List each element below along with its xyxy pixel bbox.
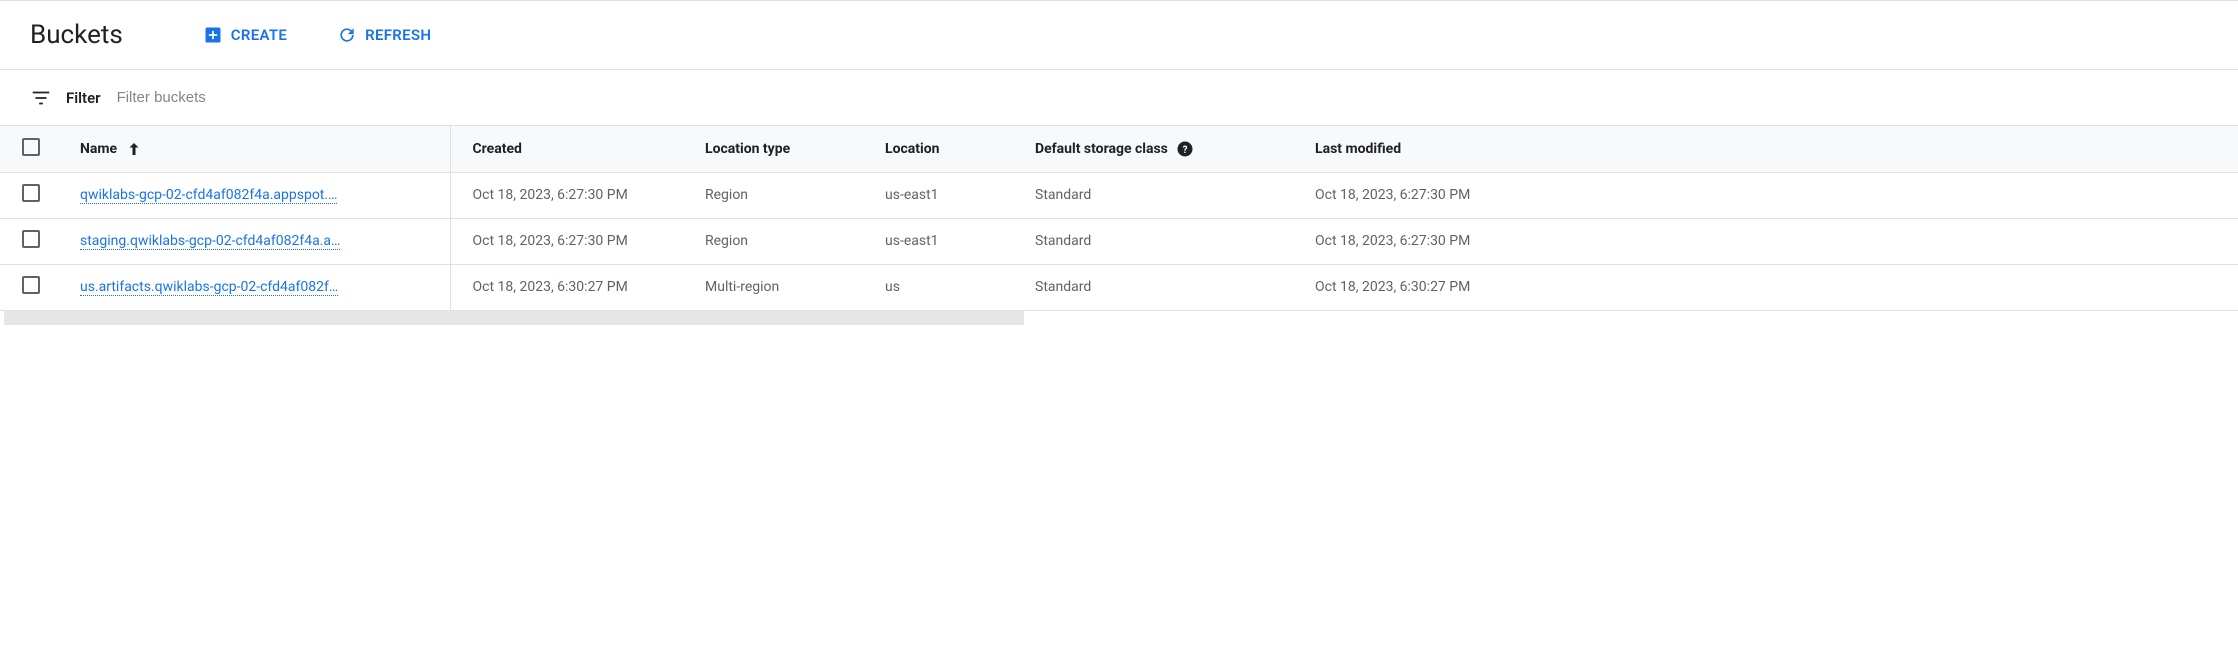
bucket-name-link[interactable]: staging.qwiklabs-gcp-02-cfd4af082f4a.a… bbox=[80, 233, 340, 250]
cell-storage-class: Standard bbox=[1025, 264, 1305, 310]
cell-location-type: Multi-region bbox=[695, 264, 875, 310]
table-row: staging.qwiklabs-gcp-02-cfd4af082f4a.a… O… bbox=[0, 218, 2238, 264]
column-header-last-modified[interactable]: Last modified bbox=[1305, 126, 1565, 172]
buckets-table: Name Created Location type Location Defa… bbox=[0, 126, 2238, 311]
svg-text:?: ? bbox=[1182, 145, 1187, 156]
row-checkbox[interactable] bbox=[22, 230, 40, 248]
refresh-icon bbox=[337, 25, 357, 45]
table-row: us.artifacts.qwiklabs-gcp-02-cfd4af082f…… bbox=[0, 264, 2238, 310]
filter-bar: Filter bbox=[0, 70, 2238, 126]
filter-label: Filter bbox=[66, 89, 101, 107]
create-button[interactable]: CREATE bbox=[203, 25, 287, 45]
refresh-button[interactable]: REFRESH bbox=[337, 25, 431, 45]
row-checkbox[interactable] bbox=[22, 184, 40, 202]
plus-box-icon bbox=[203, 25, 223, 45]
cell-storage-class: Standard bbox=[1025, 218, 1305, 264]
cell-location-type: Region bbox=[695, 172, 875, 218]
column-header-location[interactable]: Location bbox=[875, 126, 1025, 172]
row-checkbox[interactable] bbox=[22, 276, 40, 294]
cell-location: us bbox=[875, 264, 1025, 310]
column-header-name[interactable]: Name bbox=[80, 126, 450, 172]
column-header-name-label: Name bbox=[80, 141, 117, 157]
table-row: qwiklabs-gcp-02-cfd4af082f4a.appspot.… Oc… bbox=[0, 172, 2238, 218]
cell-created: Oct 18, 2023, 6:30:27 PM bbox=[450, 264, 695, 310]
select-all-checkbox[interactable] bbox=[22, 138, 40, 156]
cell-location: us-east1 bbox=[875, 218, 1025, 264]
filter-input[interactable] bbox=[115, 88, 2208, 107]
column-header-storage-class[interactable]: Default storage class ? bbox=[1025, 126, 1305, 172]
cell-created: Oct 18, 2023, 6:27:30 PM bbox=[450, 172, 695, 218]
column-header-location-type[interactable]: Location type bbox=[695, 126, 875, 172]
cell-location-type: Region bbox=[695, 218, 875, 264]
sort-asc-icon bbox=[125, 140, 143, 158]
table-header-row: Name Created Location type Location Defa… bbox=[0, 126, 2238, 172]
cell-created: Oct 18, 2023, 6:27:30 PM bbox=[450, 218, 695, 264]
column-header-storage-class-label: Default storage class bbox=[1035, 141, 1168, 157]
cell-last-modified: Oct 18, 2023, 6:30:27 PM bbox=[1305, 264, 1565, 310]
column-header-created[interactable]: Created bbox=[450, 126, 695, 172]
page-title: Buckets bbox=[30, 20, 123, 50]
help-icon[interactable]: ? bbox=[1176, 140, 1194, 158]
cell-location: us-east1 bbox=[875, 172, 1025, 218]
create-button-label: CREATE bbox=[231, 26, 287, 44]
refresh-button-label: REFRESH bbox=[365, 26, 431, 44]
bucket-name-link[interactable]: qwiklabs-gcp-02-cfd4af082f4a.appspot.… bbox=[80, 187, 337, 204]
horizontal-scrollbar[interactable] bbox=[4, 311, 1024, 325]
cell-last-modified: Oct 18, 2023, 6:27:30 PM bbox=[1305, 172, 1565, 218]
page-header: Buckets CREATE REFRESH bbox=[0, 0, 2238, 70]
cell-last-modified: Oct 18, 2023, 6:27:30 PM bbox=[1305, 218, 1565, 264]
filter-icon bbox=[30, 87, 52, 109]
bucket-name-link[interactable]: us.artifacts.qwiklabs-gcp-02-cfd4af082f… bbox=[80, 279, 338, 296]
cell-storage-class: Standard bbox=[1025, 172, 1305, 218]
